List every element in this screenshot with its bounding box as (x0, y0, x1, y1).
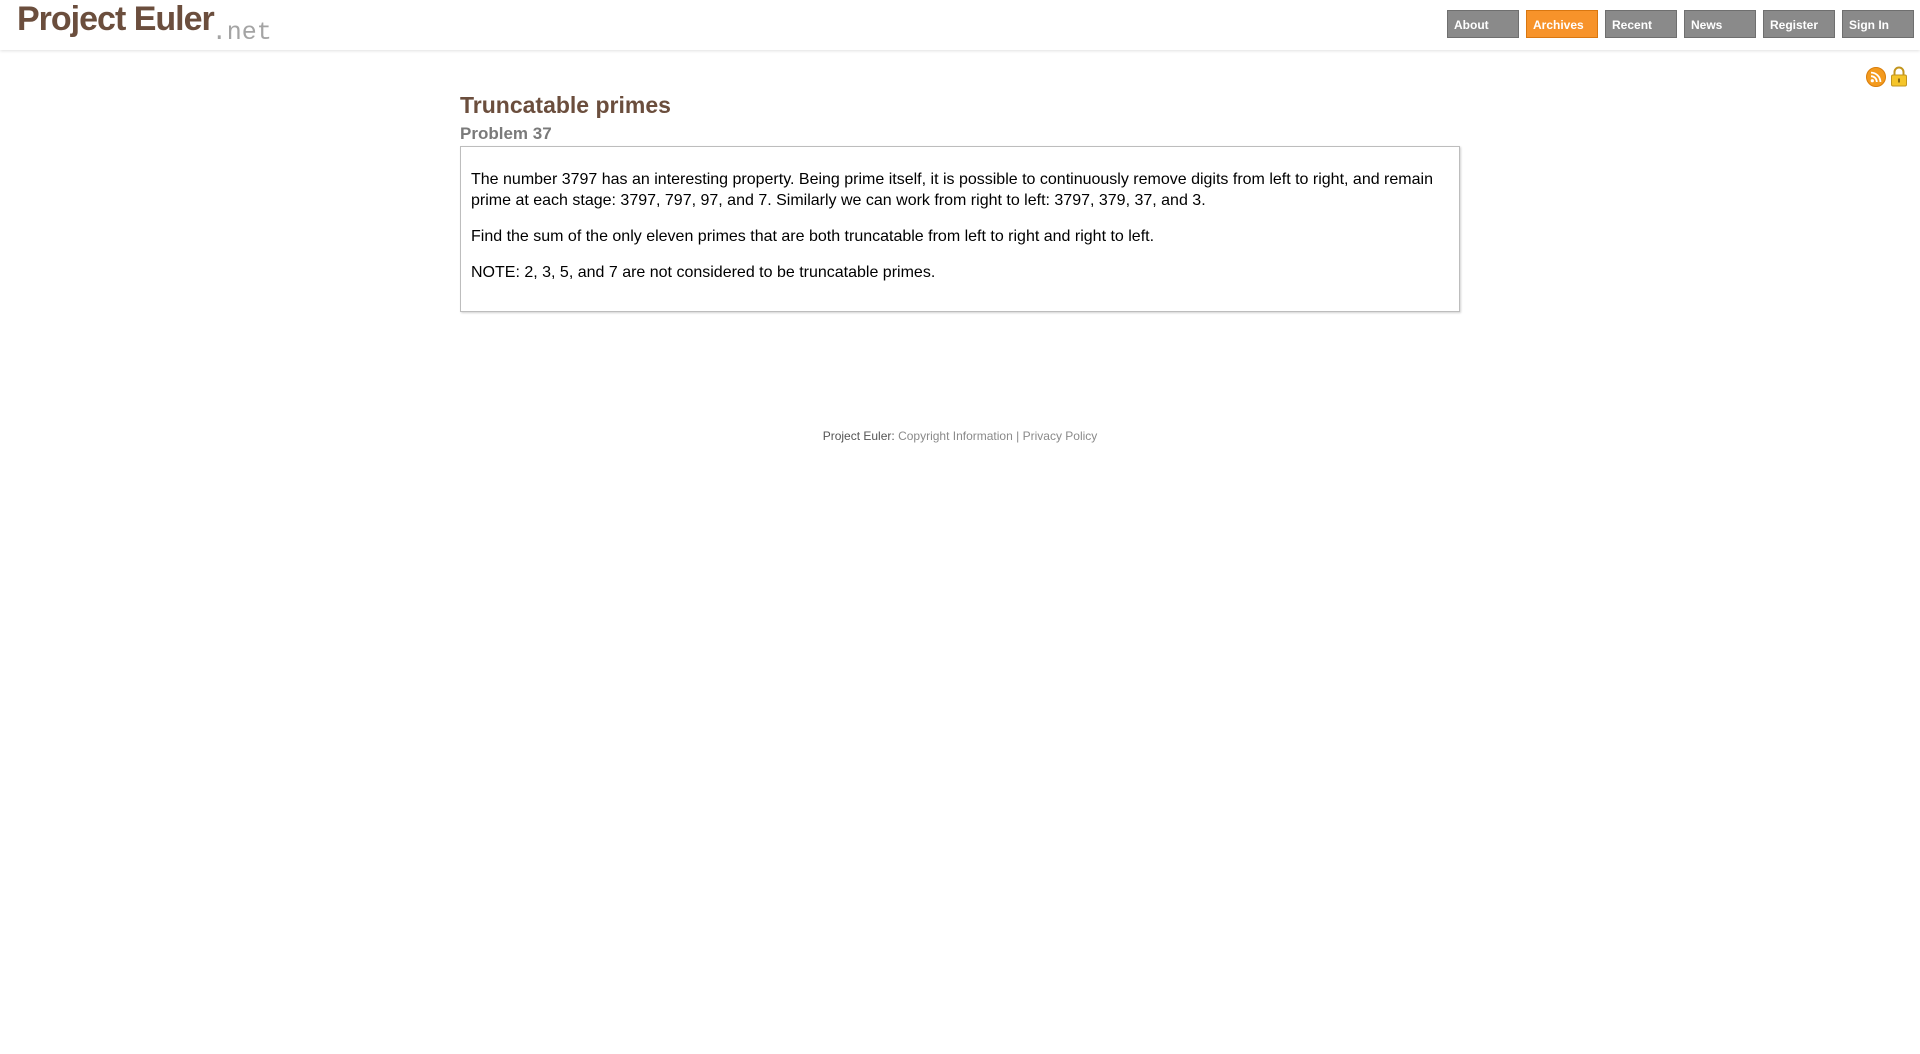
footer-prefix: Project Euler: (822, 429, 895, 443)
nav-recent-button[interactable]: Recent (1605, 10, 1677, 38)
problem-number: Problem 37 (460, 124, 552, 143)
nav-sign-in-button[interactable]: Sign In (1842, 10, 1914, 38)
main-nav: About Archives Recent News Register Sign… (1447, 10, 1914, 38)
privacy-policy-link[interactable]: Privacy Policy (1023, 429, 1098, 443)
footer-separator: | (1016, 429, 1020, 443)
top-bar: Project Euler.net About Archives Recent … (0, 0, 1920, 50)
problem-paragraph: NOTE: 2, 3, 5, and 7 are not considered … (471, 264, 936, 281)
site-logo[interactable]: Project Euler.net (17, 0, 272, 45)
nav-archives-button[interactable]: Archives (1526, 10, 1598, 38)
logo-suffix-text: .net (211, 18, 272, 47)
problem-title: Truncatable primes (460, 92, 671, 118)
problem-statement-box: The number 3797 has an interesting prope… (460, 146, 1460, 312)
copyright-link[interactable]: Copyright Information (898, 429, 1013, 443)
problem-paragraph: Find the sum of the only eleven primes t… (471, 228, 1155, 245)
nav-news-button[interactable]: News (1684, 10, 1756, 38)
info-icons (1866, 66, 1908, 87)
nav-about-button[interactable]: About (1447, 10, 1519, 38)
logo-main-text: Project Euler (17, 0, 215, 38)
footer: Project Euler: Copyright Information | P… (0, 429, 1920, 443)
problem-paragraph: The number 3797 has an interesting prope… (471, 171, 1433, 209)
rss-icon[interactable] (1866, 66, 1886, 87)
lock-icon[interactable] (1890, 66, 1908, 87)
problem-content: Truncatable primes Problem 37 The number… (460, 86, 1460, 312)
nav-register-button[interactable]: Register (1763, 10, 1835, 38)
